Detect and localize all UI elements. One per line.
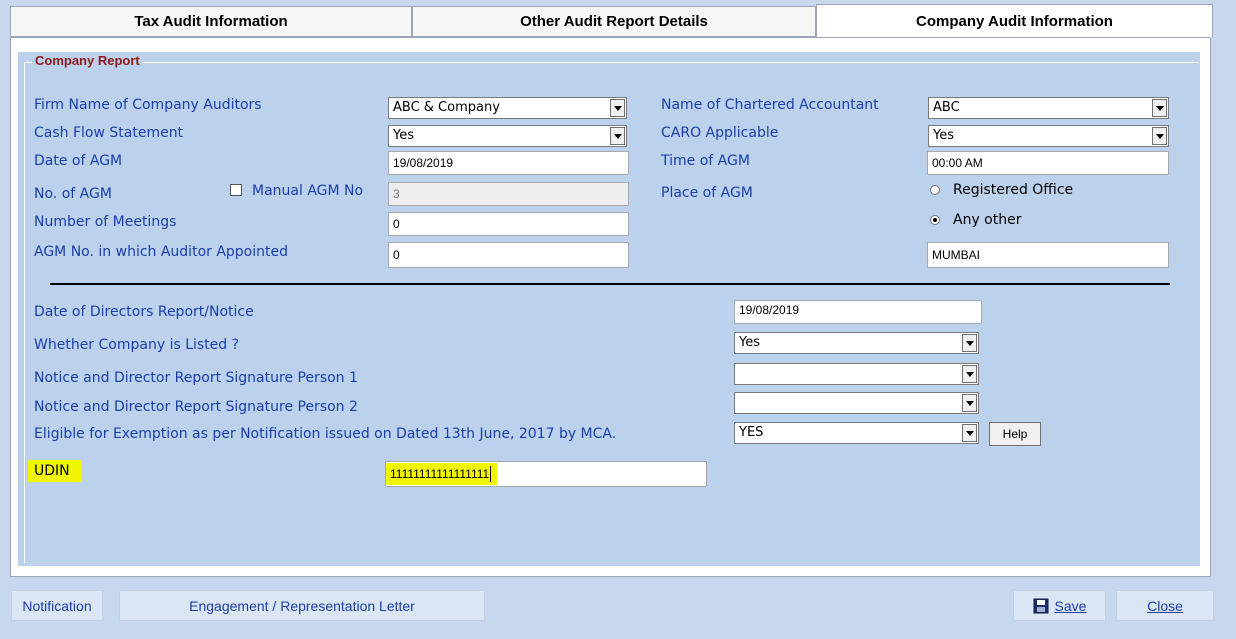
ca-name-value: ABC bbox=[933, 100, 960, 115]
directors-date-label: Date of Directors Report/Notice bbox=[34, 304, 254, 320]
radio-registered-office[interactable] bbox=[930, 185, 940, 195]
udin-input[interactable]: 11111111111111111 bbox=[385, 461, 707, 487]
udin-value: 11111111111111111 bbox=[386, 463, 498, 485]
cash-flow-label: Cash Flow Statement bbox=[34, 125, 184, 141]
listed-select[interactable]: Yes bbox=[734, 332, 979, 354]
help-button[interactable]: Help bbox=[989, 422, 1041, 446]
firm-name-value: ABC & Company bbox=[393, 100, 500, 115]
tab-other-audit-report-details[interactable]: Other Audit Report Details bbox=[412, 6, 816, 36]
section-divider bbox=[50, 283, 1170, 285]
ca-name-label: Name of Chartered Accountant bbox=[661, 97, 879, 113]
date-agm-value: 19/08/2019 bbox=[393, 156, 454, 170]
listed-label: Whether Company is Listed ? bbox=[34, 337, 240, 353]
sig1-label: Notice and Director Report Signature Per… bbox=[34, 370, 358, 386]
time-agm-value: 00:00 AM bbox=[932, 156, 983, 170]
date-agm-input[interactable]: 19/08/2019 bbox=[388, 151, 629, 175]
dropdown-arrow-icon[interactable] bbox=[610, 127, 625, 145]
dropdown-arrow-icon[interactable] bbox=[1152, 127, 1167, 145]
dropdown-arrow-icon[interactable] bbox=[610, 99, 625, 117]
radio-any-other[interactable] bbox=[930, 215, 940, 225]
agm-auditor-value: 0 bbox=[393, 248, 400, 262]
date-agm-label: Date of AGM bbox=[34, 153, 123, 169]
place-agm-value: MUMBAI bbox=[932, 248, 980, 262]
meetings-label: Number of Meetings bbox=[34, 214, 177, 230]
text-cursor bbox=[490, 466, 492, 482]
time-agm-input[interactable]: 00:00 AM bbox=[927, 151, 1169, 175]
any-other-label: Any other bbox=[953, 212, 1022, 228]
caro-value: Yes bbox=[933, 128, 954, 143]
tab-label: Company Audit Information bbox=[916, 13, 1113, 30]
tab-tax-audit-information[interactable]: Tax Audit Information bbox=[10, 6, 412, 36]
exemption-label: Eligible for Exemption as per Notificati… bbox=[34, 426, 617, 442]
dropdown-arrow-icon[interactable] bbox=[962, 424, 977, 442]
caro-select[interactable]: Yes bbox=[928, 125, 1169, 147]
sig1-select[interactable] bbox=[734, 363, 979, 385]
cash-flow-value: Yes bbox=[393, 128, 414, 143]
no-agm-label: No. of AGM bbox=[34, 186, 112, 202]
firm-name-select[interactable]: ABC & Company bbox=[388, 97, 627, 119]
caro-label: CARO Applicable bbox=[661, 125, 779, 141]
firm-name-label: Firm Name of Company Auditors bbox=[34, 97, 262, 113]
notification-button[interactable]: Notification bbox=[11, 590, 103, 621]
place-agm-label: Place of AGM bbox=[661, 185, 753, 201]
no-agm-value: 3 bbox=[393, 187, 400, 201]
group-legend: Company Report bbox=[33, 53, 142, 68]
no-agm-input: 3 bbox=[388, 182, 629, 206]
dropdown-arrow-icon[interactable] bbox=[962, 394, 977, 412]
engagement-label: Engagement / Representation Letter bbox=[189, 597, 415, 614]
registered-office-label: Registered Office bbox=[953, 182, 1074, 198]
sig2-select[interactable] bbox=[734, 392, 979, 414]
save-icon bbox=[1033, 598, 1049, 613]
tab-label: Other Audit Report Details bbox=[520, 13, 708, 30]
close-button[interactable]: Close bbox=[1116, 590, 1214, 621]
agm-auditor-input[interactable]: 0 bbox=[388, 242, 629, 268]
dropdown-arrow-icon[interactable] bbox=[962, 365, 977, 383]
manual-agm-label: Manual AGM No bbox=[252, 183, 364, 199]
close-label: Close bbox=[1147, 597, 1183, 614]
time-agm-label: Time of AGM bbox=[661, 153, 750, 169]
udin-label: UDIN bbox=[34, 463, 70, 479]
dropdown-arrow-icon[interactable] bbox=[962, 334, 977, 352]
help-label: Help bbox=[1002, 427, 1028, 441]
notification-label: Notification bbox=[22, 597, 92, 614]
manual-agm-checkbox[interactable] bbox=[230, 184, 242, 196]
meetings-input[interactable]: 0 bbox=[388, 212, 629, 236]
directors-date-value: 19/08/2019 bbox=[739, 303, 800, 317]
cash-flow-select[interactable]: Yes bbox=[388, 125, 627, 147]
sig2-label: Notice and Director Report Signature Per… bbox=[34, 399, 358, 415]
directors-date-input[interactable]: 19/08/2019 bbox=[734, 300, 982, 324]
exemption-select[interactable]: YES bbox=[734, 422, 979, 444]
agm-auditor-label: AGM No. in which Auditor Appointed bbox=[34, 244, 289, 260]
exemption-value: YES bbox=[739, 425, 764, 440]
save-label: Save bbox=[1054, 597, 1087, 614]
meetings-value: 0 bbox=[393, 217, 400, 231]
dropdown-arrow-icon[interactable] bbox=[1152, 99, 1167, 117]
tab-company-audit-information[interactable]: Company Audit Information bbox=[816, 4, 1213, 38]
place-agm-input[interactable]: MUMBAI bbox=[927, 242, 1169, 268]
tab-label: Tax Audit Information bbox=[134, 13, 288, 30]
engagement-letter-button[interactable]: Engagement / Representation Letter bbox=[119, 590, 485, 621]
save-button[interactable]: Save bbox=[1013, 590, 1106, 621]
listed-value: Yes bbox=[739, 335, 760, 350]
ca-name-select[interactable]: ABC bbox=[928, 97, 1169, 119]
